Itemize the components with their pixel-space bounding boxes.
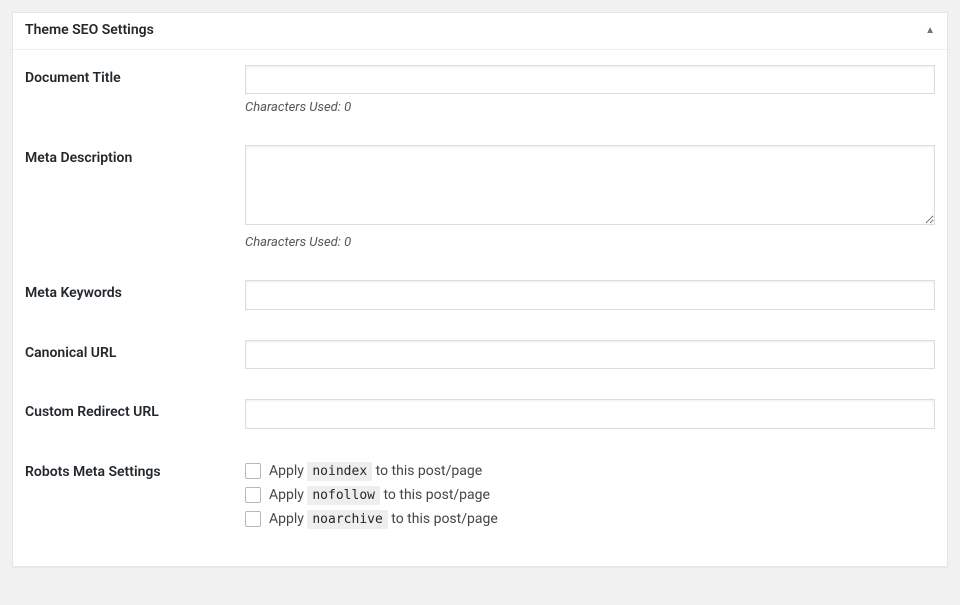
meta-description-counter: Characters Used: 0 [245, 235, 935, 250]
robots-nofollow-row: Apply nofollow to this post/page [245, 483, 935, 507]
counter-prefix: Characters Used: [245, 100, 344, 115]
meta-keywords-input[interactable] [245, 280, 935, 310]
noarchive-code: noarchive [307, 510, 387, 529]
noindex-code: noindex [307, 462, 372, 481]
nofollow-code: nofollow [307, 486, 380, 505]
meta-description-input[interactable] [245, 145, 935, 225]
robots-noindex-row: Apply noindex to this post/page [245, 459, 935, 483]
collapse-toggle-icon[interactable]: ▲ [925, 25, 935, 36]
counter-value: 0 [344, 100, 351, 115]
counter-prefix: Characters Used: [245, 235, 344, 250]
canonical-url-label: Canonical URL [25, 325, 245, 385]
nofollow-label[interactable]: Apply nofollow to this post/page [269, 487, 490, 503]
redirect-url-input[interactable] [245, 399, 935, 429]
metabox-body: Document Title Characters Used: 0 Meta D… [13, 50, 947, 566]
document-title-counter: Characters Used: 0 [245, 100, 935, 115]
redirect-url-label: Custom Redirect URL [25, 384, 245, 444]
noarchive-label[interactable]: Apply noarchive to this post/page [269, 511, 498, 527]
canonical-url-input[interactable] [245, 340, 935, 370]
noindex-checkbox[interactable] [245, 463, 261, 479]
document-title-label: Document Title [25, 50, 245, 131]
seo-settings-metabox: Theme SEO Settings ▲ Document Title Char… [12, 12, 948, 567]
meta-keywords-label: Meta Keywords [25, 265, 245, 325]
robots-meta-label: Robots Meta Settings [25, 444, 245, 546]
robots-noarchive-row: Apply noarchive to this post/page [245, 507, 935, 531]
document-title-input[interactable] [245, 65, 935, 95]
noindex-label[interactable]: Apply noindex to this post/page [269, 463, 482, 479]
nofollow-checkbox[interactable] [245, 487, 261, 503]
counter-value: 0 [344, 235, 351, 250]
meta-description-label: Meta Description [25, 130, 245, 265]
noarchive-checkbox[interactable] [245, 511, 261, 527]
metabox-header[interactable]: Theme SEO Settings ▲ [13, 13, 947, 50]
metabox-title: Theme SEO Settings [25, 21, 154, 41]
